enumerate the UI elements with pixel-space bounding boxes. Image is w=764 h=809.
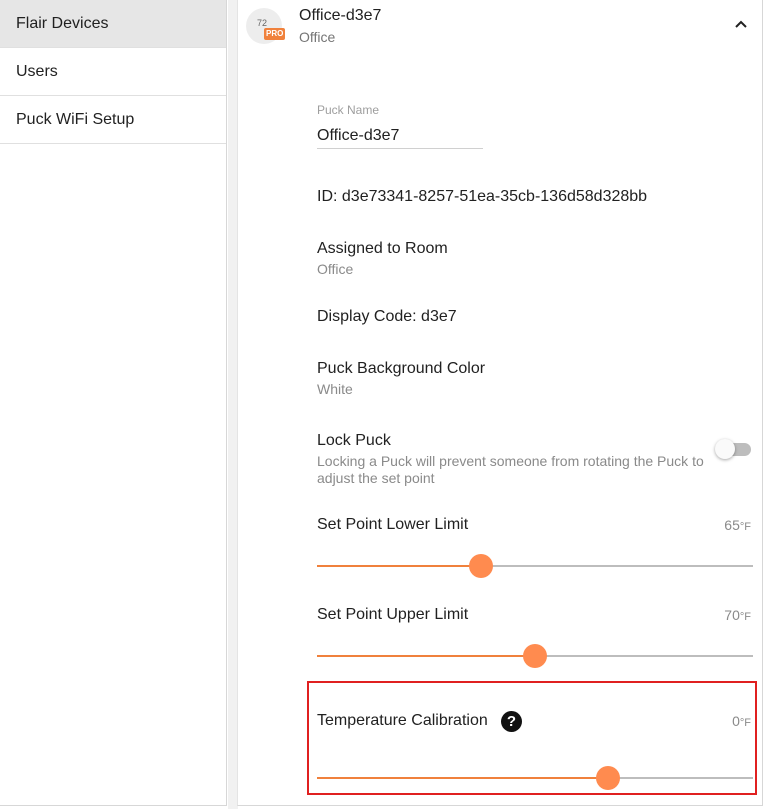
sidebar-item-users[interactable]: Users <box>0 48 226 96</box>
puck-id: ID: d3e73341-8257-51ea-35cb-136d58d328bb <box>317 188 648 205</box>
sidebar: Flair Devices Users Puck WiFi Setup <box>0 0 227 806</box>
assigned-room-value: Office <box>317 261 354 277</box>
sidebar-item-label: Users <box>16 63 58 80</box>
puck-avatar-number: 72 <box>257 18 268 28</box>
puck-avatar: 72 PRO <box>246 8 286 44</box>
slider-fill <box>317 565 481 567</box>
lock-puck-toggle[interactable] <box>715 438 753 460</box>
set-point-lower-slider[interactable] <box>317 554 753 578</box>
set-point-upper-value: 70°F <box>724 607 751 623</box>
device-subtitle: Office <box>299 29 336 45</box>
temperature-calibration-unit: °F <box>739 717 751 729</box>
puck-name-input[interactable] <box>317 123 483 149</box>
assigned-room-label: Assigned to Room <box>317 240 448 257</box>
set-point-lower-unit: °F <box>739 521 751 533</box>
slider-knob[interactable] <box>595 766 620 790</box>
slider-fill <box>317 655 535 657</box>
pro-badge: PRO <box>264 28 286 40</box>
device-card: 72 PRO Office-d3e7 Office Puck Name ID: … <box>237 0 763 806</box>
slider-knob[interactable] <box>523 644 547 668</box>
set-point-upper-slider[interactable] <box>317 644 753 668</box>
set-point-lower-value: 65°F <box>724 517 751 533</box>
set-point-lower-label: Set Point Lower Limit <box>317 516 469 533</box>
set-point-lower-number: 65 <box>724 517 740 533</box>
sidebar-item-flair-devices[interactable]: Flair Devices <box>0 0 226 48</box>
lock-puck-label: Lock Puck <box>317 432 391 449</box>
temperature-calibration-number: 0 <box>732 713 740 729</box>
set-point-upper-unit: °F <box>739 611 751 623</box>
puck-name-label: Puck Name <box>317 103 380 117</box>
display-code: Display Code: d3e7 <box>317 308 457 325</box>
sidebar-item-puck-wifi-setup[interactable]: Puck WiFi Setup <box>0 96 226 144</box>
sidebar-item-label: Puck WiFi Setup <box>16 111 135 128</box>
temperature-calibration-value: 0°F <box>732 713 751 729</box>
background-color-label: Puck Background Color <box>317 360 486 377</box>
help-icon[interactable]: ? <box>501 711 522 732</box>
set-point-upper-number: 70 <box>724 607 740 623</box>
device-title: Office-d3e7 <box>299 7 382 24</box>
temperature-calibration-slider[interactable] <box>317 766 753 790</box>
chevron-up-icon[interactable] <box>733 16 749 32</box>
lock-puck-description: Locking a Puck will prevent someone from… <box>317 453 704 486</box>
background-color-value: White <box>317 381 353 397</box>
temperature-calibration-label: Temperature Calibration <box>317 712 488 729</box>
toggle-thumb <box>715 439 735 459</box>
sidebar-item-label: Flair Devices <box>16 15 109 32</box>
slider-knob[interactable] <box>468 554 493 578</box>
slider-fill <box>317 777 608 779</box>
set-point-upper-label: Set Point Upper Limit <box>317 606 469 623</box>
